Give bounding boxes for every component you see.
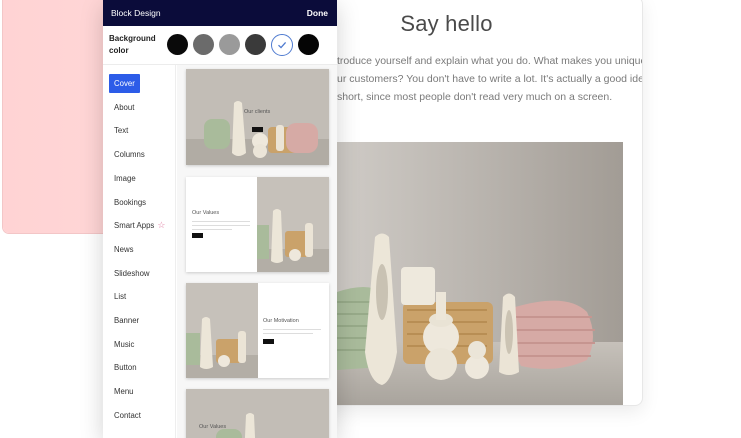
background-color-label: Background color [109,34,156,55]
menu-item-label: Slideshow [114,268,150,278]
menu-item-bookings[interactable]: Bookings [109,193,151,212]
block-type-menu: Cover About Text Columns Image Bookings Smart … [103,65,176,438]
panel-title: Block Design [111,8,161,18]
menu-item-news[interactable]: News [109,240,139,259]
layout-thumbnails: Our clients Our Values Our Motivation Ou… [177,65,337,438]
background-color-row: Background color [103,26,337,65]
color-swatch-black-2[interactable] [298,34,319,55]
menu-item-label: Music [114,339,135,349]
menu-item-contact[interactable]: Contact [109,406,146,425]
thumb-text-line [263,333,313,334]
intro-line: short, since most people don't read very… [337,91,613,103]
checkmark-icon [278,41,287,49]
menu-item-cover[interactable]: Cover [109,74,140,93]
thumb-label: Our Values [199,424,227,430]
intro-line: troduce yourself and explain what you do… [337,55,643,67]
menu-item-about[interactable]: About [109,98,139,117]
page-intro-text: troduce yourself and explain what you do… [337,52,643,106]
menu-item-columns[interactable]: Columns [109,145,150,164]
menu-item-list[interactable]: List [109,287,131,306]
menu-item-label: About [114,102,135,112]
thumb-label: Our Values [192,210,220,216]
menu-item-text[interactable]: Text [109,121,133,140]
thumb-image [186,389,329,438]
thumb-cta-shape [252,127,263,132]
menu-item-label: Menu [114,387,134,397]
menu-item-label: Text [114,126,129,136]
thumb-text-line [263,329,321,330]
layout-thumbnail[interactable]: Our clients [186,69,329,165]
menu-item-button[interactable]: Button [109,358,142,377]
thumb-label: Our clients [244,109,271,115]
menu-item-label: Image [114,173,136,183]
color-swatch-dark-grey[interactable] [193,34,214,55]
color-swatch-charcoal[interactable] [245,34,266,55]
thumb-text-line [192,225,250,226]
done-button[interactable]: Done [307,8,328,18]
thumb-cta-shape [263,339,274,344]
menu-item-label: Bookings [114,197,147,207]
thumb-text-line [192,221,250,222]
color-swatch-black[interactable] [167,34,188,55]
menu-item-label: Columns [114,150,145,160]
thumb-image [186,69,329,165]
block-design-panel: Block Design Done Background color Cover… [103,0,337,438]
thumb-image [257,177,329,272]
color-swatches [167,34,319,56]
menu-item-smart-apps[interactable]: Smart Apps ☆ [109,216,170,235]
menu-item-label: Banner [114,316,140,325]
menu-item-image[interactable]: Image [109,169,141,188]
menu-item-slideshow[interactable]: Slideshow [109,264,155,283]
thumb-label: Our Motivation [263,318,299,324]
menu-item-label: Cover [114,79,135,88]
menu-item-menu[interactable]: Menu [109,382,139,401]
layout-thumbnail[interactable]: Our Values [186,389,329,438]
menu-item-music[interactable]: Music [109,335,139,354]
thumb-image [186,283,258,378]
layout-thumbnail[interactable]: Our Values [186,177,329,272]
color-swatch-white[interactable] [271,34,293,56]
menu-item-label: Smart Apps [114,221,155,231]
star-icon: ☆ [157,220,166,231]
thumb-text-line [192,229,232,230]
color-swatch-grey[interactable] [219,34,240,55]
intro-line: ur customers? You don't have to write a … [337,73,643,85]
layout-thumbnail[interactable]: Our Motivation [186,283,329,378]
vases-photo [337,142,623,405]
menu-item-label: News [114,244,134,254]
menu-item-label: List [114,292,127,302]
thumb-cta-shape [192,233,203,238]
menu-item-label: Button [114,363,137,373]
panel-header: Block Design Done [103,0,337,26]
menu-item-banner[interactable]: Banner [109,311,144,330]
menu-item-label: Contact [114,410,141,420]
